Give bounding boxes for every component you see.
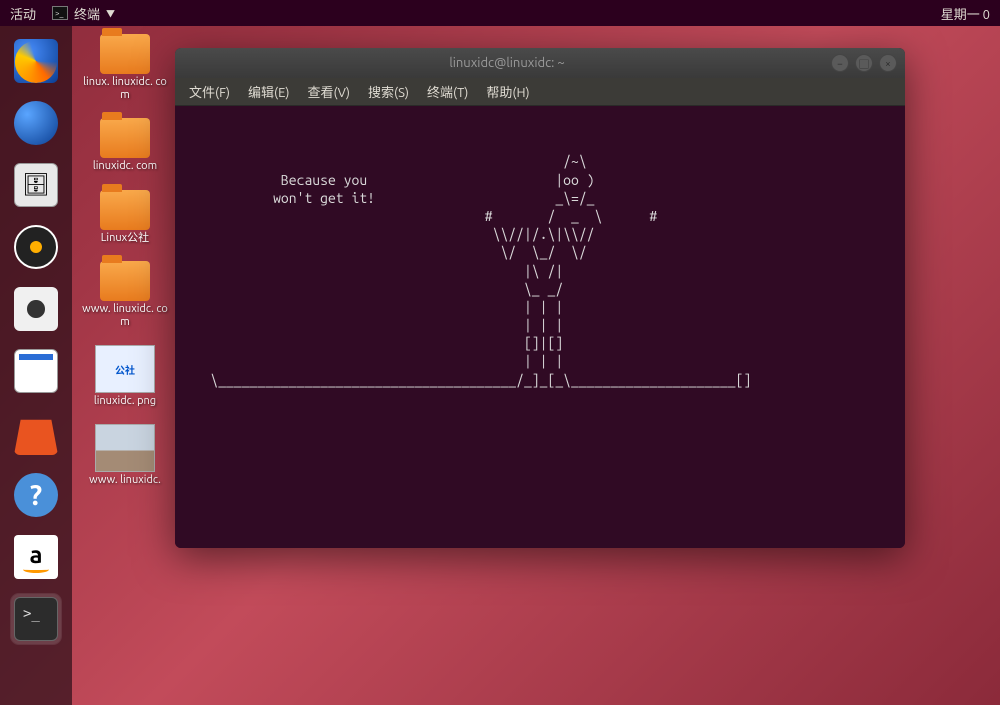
desktop-icon-label: linuxidc. png <box>94 395 156 408</box>
dock-software[interactable] <box>11 408 61 458</box>
image-thumbnail: 公社 <box>95 345 155 393</box>
terminal-output[interactable]: /~\ Because you |oo ) won't get it! _\=/… <box>175 106 905 548</box>
folder-icon <box>100 118 150 158</box>
close-button[interactable]: × <box>879 54 897 72</box>
terminal-window: linuxidc@linuxidc: ~ − ▢ × 文件(F) 编辑(E) 查… <box>175 48 905 548</box>
desktop-image-1[interactable]: 公社 linuxidc. png <box>80 341 170 412</box>
window-title: linuxidc@linuxidc: ~ <box>183 56 831 70</box>
dock-help[interactable]: ? <box>11 470 61 520</box>
desktop-icon-label: Linux公社 <box>101 232 149 245</box>
desktop-image-2[interactable]: www. linuxidc. <box>80 420 170 491</box>
window-titlebar[interactable]: linuxidc@linuxidc: ~ − ▢ × <box>175 48 905 78</box>
rhythmbox-icon <box>14 225 58 269</box>
dock-writer[interactable] <box>11 346 61 396</box>
menu-edit[interactable]: 编辑(E) <box>240 79 297 104</box>
thunderbird-icon <box>14 101 58 145</box>
desktop-icon-label: www. linuxidc. com <box>81 303 169 329</box>
amazon-icon: a <box>14 535 58 579</box>
writer-icon <box>14 349 58 393</box>
dock-terminal[interactable] <box>11 594 61 644</box>
desktop-icon-label: linuxidc. com <box>93 160 157 173</box>
desktop: linux. linuxidc. com linuxidc. com Linux… <box>80 30 170 492</box>
panel-right: 星期一 0 <box>941 4 990 23</box>
desktop-icon-label: www. linuxidc. <box>89 474 161 487</box>
top-panel: 活动 >_ 终端 ▼ 星期一 0 <box>0 0 1000 26</box>
camera-icon <box>14 287 58 331</box>
menu-terminal[interactable]: 终端(T) <box>419 79 476 104</box>
desktop-folder-4[interactable]: www. linuxidc. com <box>80 257 170 333</box>
dock-thunderbird[interactable] <box>11 98 61 148</box>
window-controls: − ▢ × <box>831 54 897 72</box>
menu-view[interactable]: 查看(V) <box>300 79 358 104</box>
maximize-button[interactable]: ▢ <box>855 54 873 72</box>
app-menu[interactable]: >_ 终端 ▼ <box>52 4 115 23</box>
software-icon <box>14 411 58 455</box>
firefox-icon <box>14 39 58 83</box>
folder-icon <box>100 34 150 74</box>
minimize-button[interactable]: − <box>831 54 849 72</box>
folder-icon <box>100 261 150 301</box>
dock-rhythmbox[interactable] <box>11 222 61 272</box>
desktop-folder-3[interactable]: Linux公社 <box>80 186 170 249</box>
clock[interactable]: 星期一 0 <box>941 4 990 23</box>
terminal-menubar: 文件(F) 编辑(E) 查看(V) 搜索(S) 终端(T) 帮助(H) <box>175 78 905 106</box>
dock-files[interactable]: 🗄 <box>11 160 61 210</box>
desktop-folder-1[interactable]: linux. linuxidc. com <box>80 30 170 106</box>
terminal-icon: >_ <box>52 6 68 20</box>
app-menu-label: 终端 <box>74 4 100 23</box>
activities-button[interactable]: 活动 <box>10 4 36 23</box>
image-thumbnail <box>95 424 155 472</box>
help-icon: ? <box>14 473 58 517</box>
menu-file[interactable]: 文件(F) <box>181 79 238 104</box>
menu-search[interactable]: 搜索(S) <box>360 79 417 104</box>
dock-amazon[interactable]: a <box>11 532 61 582</box>
desktop-icon-label: linux. linuxidc. com <box>81 76 169 102</box>
dock: 🗄 ? a <box>0 26 72 705</box>
files-icon: 🗄 <box>14 163 58 207</box>
menu-help[interactable]: 帮助(H) <box>478 79 537 104</box>
desktop-folder-2[interactable]: linuxidc. com <box>80 114 170 177</box>
terminal-icon <box>14 597 58 641</box>
dock-firefox[interactable] <box>11 36 61 86</box>
folder-icon <box>100 190 150 230</box>
dock-camera[interactable] <box>11 284 61 334</box>
chevron-down-icon: ▼ <box>106 7 115 20</box>
